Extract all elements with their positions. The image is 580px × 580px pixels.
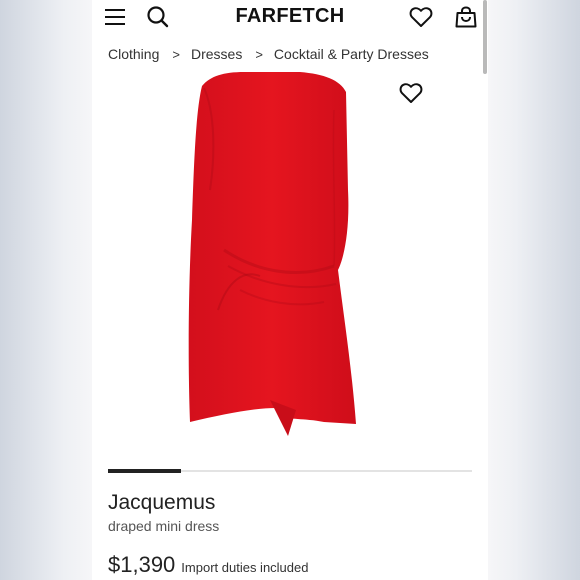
price: $1,390 bbox=[108, 552, 176, 577]
scrollbar[interactable] bbox=[483, 0, 487, 74]
top-nav-bar: FARFETCH bbox=[92, 0, 488, 34]
breadcrumb-separator: > bbox=[255, 46, 263, 62]
product-image[interactable] bbox=[184, 70, 396, 436]
product-page: FARFETCH Clothing > Dresses > Cocktail &… bbox=[92, 0, 488, 580]
breadcrumb-dresses[interactable]: Dresses bbox=[191, 46, 242, 62]
import-duties-note: Import duties included bbox=[181, 560, 309, 575]
wishlist-heart-icon[interactable] bbox=[408, 5, 434, 29]
price-row: $1,390 Import duties included bbox=[108, 552, 308, 578]
carousel-active-segment bbox=[108, 469, 181, 473]
breadcrumb-cocktail-party-dresses[interactable]: Cocktail & Party Dresses bbox=[274, 46, 429, 62]
breadcrumb: Clothing > Dresses > Cocktail & Party Dr… bbox=[108, 46, 429, 62]
image-wishlist-heart-icon[interactable] bbox=[399, 82, 423, 104]
breadcrumb-separator: > bbox=[172, 46, 180, 62]
breadcrumb-clothing[interactable]: Clothing bbox=[108, 46, 159, 62]
background-right bbox=[488, 0, 580, 580]
designer-name[interactable]: Jacquemus bbox=[108, 491, 215, 515]
background-left bbox=[0, 0, 92, 580]
shopping-bag-icon[interactable] bbox=[453, 5, 479, 29]
product-name: draped mini dress bbox=[108, 518, 220, 534]
